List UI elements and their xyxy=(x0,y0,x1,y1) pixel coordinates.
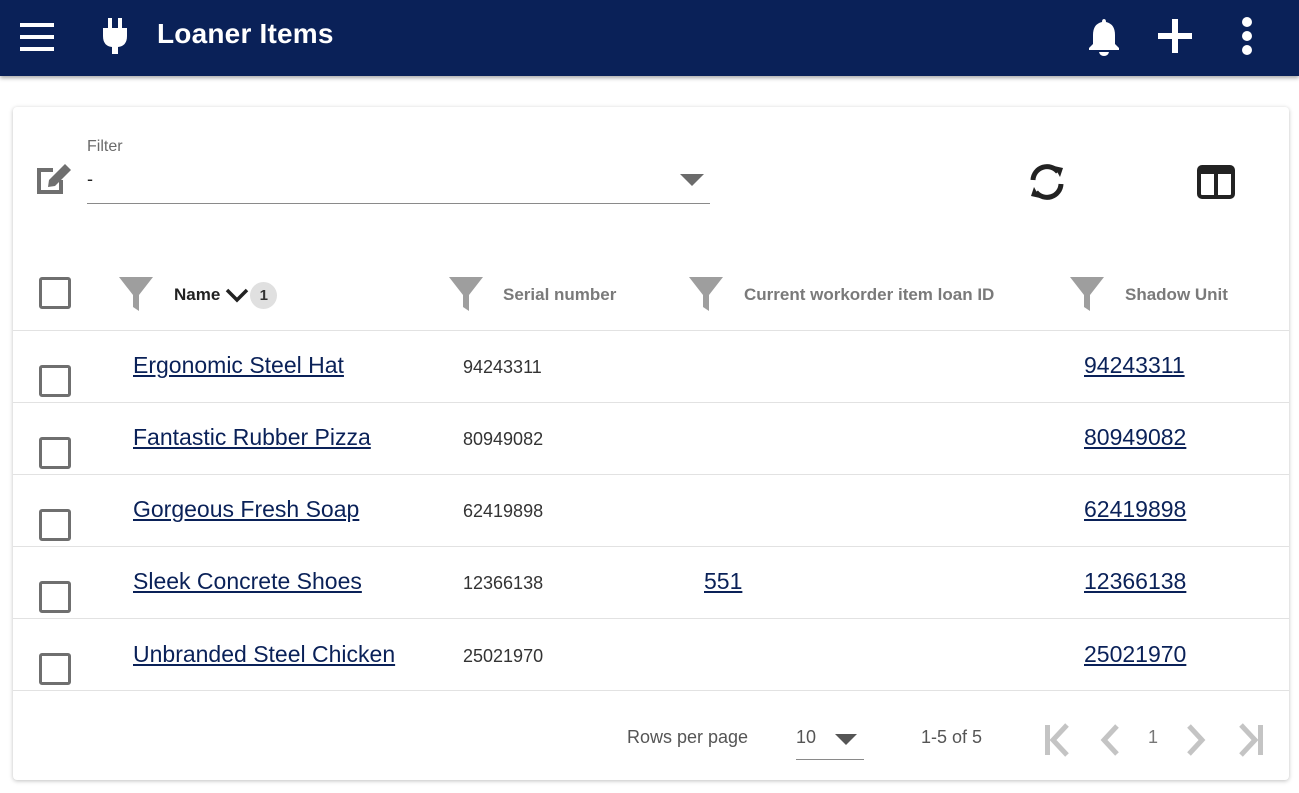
row-checkbox[interactable] xyxy=(39,509,71,541)
sort-order-badge: 1 xyxy=(250,281,278,309)
row-checkbox[interactable] xyxy=(39,581,71,613)
filter-icon[interactable] xyxy=(117,275,155,315)
edit-icon[interactable] xyxy=(35,162,75,198)
menu-icon[interactable] xyxy=(18,18,56,56)
column-header-shadow-unit[interactable]: Shadow Unit xyxy=(1125,259,1228,331)
page-title: Loaner Items xyxy=(157,18,334,49)
filter-icon[interactable] xyxy=(687,275,725,315)
item-name-link[interactable]: Sleek Concrete Shoes xyxy=(133,568,362,595)
previous-page-icon[interactable] xyxy=(1099,723,1123,759)
filter-icon[interactable] xyxy=(1068,275,1106,315)
next-page-icon[interactable] xyxy=(1185,723,1209,759)
plug-icon xyxy=(98,14,132,58)
serial-number: 25021970 xyxy=(463,646,544,666)
chevron-down-icon[interactable] xyxy=(835,734,857,745)
item-name-link[interactable]: Unbranded Steel Chicken xyxy=(133,641,395,668)
rows-per-page-label: Rows per page xyxy=(627,727,749,747)
column-header-loan-id[interactable]: Current workorder item loan ID xyxy=(744,259,994,331)
column-header-serial[interactable]: Serial number xyxy=(503,259,616,331)
table-row[interactable]: Ergonomic Steel Hat 94243311 94243311 xyxy=(13,331,1289,403)
app-bar: Loaner Items xyxy=(0,0,1299,76)
filter-select[interactable]: - xyxy=(87,169,93,190)
current-page-number: 1 xyxy=(1148,727,1159,747)
chevron-down-icon[interactable] xyxy=(680,174,704,186)
first-page-icon[interactable] xyxy=(1043,723,1073,759)
column-label: Name xyxy=(174,285,221,304)
more-vertical-icon[interactable] xyxy=(1232,14,1262,58)
filter-underline xyxy=(87,203,710,204)
table-row[interactable]: Sleek Concrete Shoes 12366138 551 123661… xyxy=(13,547,1289,619)
select-all-checkbox[interactable] xyxy=(39,277,71,309)
serial-number: 94243311 xyxy=(463,357,542,377)
refresh-icon[interactable] xyxy=(1027,162,1071,206)
row-checkbox[interactable] xyxy=(39,653,71,685)
pagination: Rows per page 10 1-5 of 5 1 xyxy=(13,693,1289,780)
table-row[interactable]: Unbranded Steel Chicken 25021970 2502197… xyxy=(13,619,1289,691)
rows-per-page-underline xyxy=(796,759,864,760)
columns-icon[interactable] xyxy=(1197,165,1237,201)
sort-desc-icon[interactable] xyxy=(225,287,249,303)
item-name-link[interactable]: Fantastic Rubber Pizza xyxy=(133,424,371,451)
data-table-card: Filter - Name 1 Serial number Current wo… xyxy=(13,107,1289,780)
row-checkbox[interactable] xyxy=(39,365,71,397)
shadow-unit-link[interactable]: 62419898 xyxy=(1084,496,1186,523)
loan-id-link[interactable]: 551 xyxy=(704,568,742,595)
row-checkbox[interactable] xyxy=(39,437,71,469)
item-name-link[interactable]: Gorgeous Fresh Soap xyxy=(133,496,359,523)
rows-per-page-select[interactable]: 10 xyxy=(796,727,816,748)
item-name-link[interactable]: Ergonomic Steel Hat xyxy=(133,352,344,379)
filter-label: Filter xyxy=(87,138,123,155)
shadow-unit-link[interactable]: 94243311 xyxy=(1084,352,1185,379)
page-range-text: 1-5 of 5 xyxy=(921,727,983,747)
serial-number: 12366138 xyxy=(463,573,544,593)
filter-icon[interactable] xyxy=(447,275,485,315)
table-header: Name 1 Serial number Current workorder i… xyxy=(13,259,1289,331)
column-header-name[interactable]: Name 1 xyxy=(174,259,278,331)
shadow-unit-link[interactable]: 80949082 xyxy=(1084,424,1186,451)
table-row[interactable]: Fantastic Rubber Pizza 80949082 80949082 xyxy=(13,403,1289,475)
plus-icon[interactable] xyxy=(1155,16,1195,56)
table-toolbar: Filter - xyxy=(13,107,1289,259)
shadow-unit-link[interactable]: 12366138 xyxy=(1084,568,1186,595)
bell-icon[interactable] xyxy=(1085,14,1123,58)
last-page-icon[interactable] xyxy=(1237,723,1267,759)
shadow-unit-link[interactable]: 25021970 xyxy=(1084,641,1186,668)
serial-number: 80949082 xyxy=(463,429,544,449)
table-row[interactable]: Gorgeous Fresh Soap 62419898 62419898 xyxy=(13,475,1289,547)
serial-number: 62419898 xyxy=(463,501,544,521)
